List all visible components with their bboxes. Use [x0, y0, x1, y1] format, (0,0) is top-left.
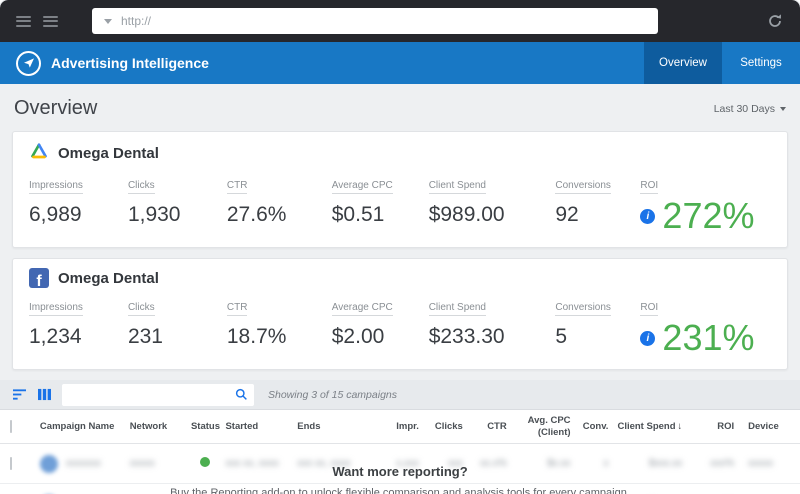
- col-ends[interactable]: Ends: [297, 421, 369, 433]
- metric-conversions: Conversions 92: [555, 175, 640, 227]
- roi-value: 272%: [662, 198, 754, 234]
- account-name: Omega Dental: [58, 145, 159, 162]
- metric-clicks: Clicks 1,930: [128, 175, 227, 227]
- col-started[interactable]: Started: [225, 421, 297, 433]
- url-text: http://: [121, 14, 151, 28]
- metric-avg-cpc: Average CPC $0.51: [332, 175, 429, 227]
- upsell-overlay: Want more reporting? Buy the Reporting a…: [0, 464, 800, 494]
- facebook-icon: [29, 268, 49, 288]
- upsell-title: Want more reporting?: [0, 464, 800, 479]
- search-box: [62, 384, 254, 406]
- col-device[interactable]: Device: [734, 421, 790, 433]
- col-conversions[interactable]: Conv.: [571, 421, 609, 433]
- paper-plane-icon: [16, 51, 41, 76]
- tabs-icon[interactable]: [43, 16, 58, 27]
- table-body: xxxxxxx xxxxx xxx xx, xxxx xxx xx, xxxx …: [0, 444, 800, 494]
- info-icon[interactable]: [640, 209, 655, 224]
- chevron-down-icon: [104, 19, 112, 24]
- metric-client-spend: Client Spend $989.00: [429, 175, 556, 227]
- menu-icon[interactable]: [16, 16, 31, 27]
- date-range-dropdown[interactable]: Last 30 Days: [714, 103, 786, 115]
- showing-count: Showing 3 of 15 campaigns: [268, 389, 397, 401]
- metric-client-spend: Client Spend $233.30: [429, 297, 556, 349]
- google-ads-icon: [29, 141, 49, 166]
- facebook-summary-card: Omega Dental Impressions 1,234 Clicks 23…: [12, 258, 788, 370]
- metric-ctr: CTR 18.7%: [227, 297, 332, 349]
- app-title: Advertising Intelligence: [51, 55, 209, 71]
- select-all-checkbox[interactable]: [10, 420, 12, 433]
- metric-impressions: Impressions 1,234: [29, 297, 128, 349]
- tab-settings[interactable]: Settings: [722, 42, 800, 84]
- metric-clicks: Clicks 231: [128, 297, 227, 349]
- table-toolbar: Showing 3 of 15 campaigns: [0, 380, 800, 410]
- metric-roi: ROI 231%: [640, 297, 771, 356]
- metric-avg-cpc: Average CPC $2.00: [332, 297, 429, 349]
- date-range-label: Last 30 Days: [714, 103, 775, 115]
- info-icon[interactable]: [640, 331, 655, 346]
- app-brand: Advertising Intelligence: [0, 42, 644, 84]
- col-client-spend[interactable]: Client Spend↓: [608, 421, 682, 433]
- upsell-description: Buy the Reporting add-on to unlock flexi…: [0, 487, 800, 494]
- col-status[interactable]: Status: [186, 421, 226, 433]
- col-roi[interactable]: ROI: [682, 421, 734, 433]
- col-impressions[interactable]: Impr.: [369, 421, 419, 433]
- col-network[interactable]: Network: [130, 421, 186, 433]
- search-icon[interactable]: [235, 388, 248, 401]
- tab-overview[interactable]: Overview: [644, 42, 722, 84]
- browser-chrome: http://: [0, 0, 800, 42]
- app-header: Advertising Intelligence Overview Settin…: [0, 42, 800, 84]
- roi-value: 231%: [662, 320, 754, 356]
- col-avg-cpc[interactable]: Avg. CPC (Client): [507, 415, 571, 439]
- metric-ctr: CTR 27.6%: [227, 175, 332, 227]
- metric-impressions: Impressions 6,989: [29, 175, 128, 227]
- refresh-icon[interactable]: [766, 12, 784, 30]
- browser-window: http:// Advertising Intelligence Overvie…: [0, 0, 800, 494]
- table-header: Campaign Name Network Status Started End…: [0, 410, 800, 444]
- col-clicks[interactable]: Clicks: [419, 421, 463, 433]
- account-name: Omega Dental: [58, 270, 159, 287]
- filter-icon[interactable]: [12, 388, 27, 401]
- campaigns-table: Showing 3 of 15 campaigns Campaign Name …: [0, 380, 800, 494]
- url-bar[interactable]: http://: [92, 8, 658, 34]
- metric-conversions: Conversions 5: [555, 297, 640, 349]
- search-input[interactable]: [68, 389, 235, 401]
- col-ctr[interactable]: CTR: [463, 421, 507, 433]
- chevron-down-icon: [780, 107, 786, 111]
- google-summary-card: Omega Dental Impressions 6,989 Clicks 1,…: [12, 131, 788, 248]
- columns-icon[interactable]: [37, 388, 52, 401]
- col-campaign-name[interactable]: Campaign Name: [40, 421, 130, 433]
- page-title: Overview: [14, 97, 97, 120]
- metric-roi: ROI 272%: [640, 175, 771, 234]
